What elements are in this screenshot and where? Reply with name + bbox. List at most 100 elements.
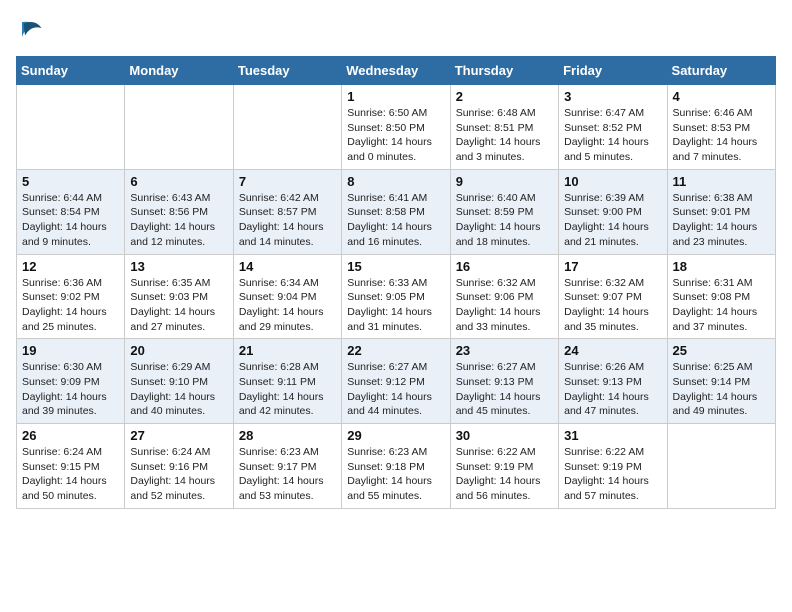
day-number: 15: [347, 259, 444, 274]
calendar-cell: 17 Sunrise: 6:32 AMSunset: 9:07 PMDayligh…: [559, 254, 667, 339]
calendar-cell: 3 Sunrise: 6:47 AMSunset: 8:52 PMDaylight…: [559, 85, 667, 170]
day-info: Sunrise: 6:34 AMSunset: 9:04 PMDaylight:…: [239, 276, 336, 335]
calendar-cell: 14 Sunrise: 6:34 AMSunset: 9:04 PMDayligh…: [233, 254, 341, 339]
day-number: 11: [673, 174, 770, 189]
day-info: Sunrise: 6:29 AMSunset: 9:10 PMDaylight:…: [130, 360, 227, 419]
day-info: Sunrise: 6:40 AMSunset: 8:59 PMDaylight:…: [456, 191, 553, 250]
day-info: Sunrise: 6:30 AMSunset: 9:09 PMDaylight:…: [22, 360, 119, 419]
calendar-cell: 16 Sunrise: 6:32 AMSunset: 9:06 PMDayligh…: [450, 254, 558, 339]
day-number: 12: [22, 259, 119, 274]
day-number: 7: [239, 174, 336, 189]
day-number: 27: [130, 428, 227, 443]
calendar-cell: 28 Sunrise: 6:23 AMSunset: 9:17 PMDayligh…: [233, 424, 341, 509]
day-info: Sunrise: 6:24 AMSunset: 9:15 PMDaylight:…: [22, 445, 119, 504]
day-info: Sunrise: 6:48 AMSunset: 8:51 PMDaylight:…: [456, 106, 553, 165]
day-info: Sunrise: 6:24 AMSunset: 9:16 PMDaylight:…: [130, 445, 227, 504]
day-info: Sunrise: 6:44 AMSunset: 8:54 PMDaylight:…: [22, 191, 119, 250]
day-info: Sunrise: 6:36 AMSunset: 9:02 PMDaylight:…: [22, 276, 119, 335]
calendar-week-row: 1Sunrise: 6:50 AMSunset: 8:50 PMDaylight…: [17, 85, 776, 170]
day-info: Sunrise: 6:43 AMSunset: 8:56 PMDaylight:…: [130, 191, 227, 250]
day-info: Sunrise: 6:26 AMSunset: 9:13 PMDaylight:…: [564, 360, 661, 419]
day-number: 22: [347, 343, 444, 358]
day-info: Sunrise: 6:25 AMSunset: 9:14 PMDaylight:…: [673, 360, 770, 419]
calendar-cell: [233, 85, 341, 170]
calendar-week-row: 12 Sunrise: 6:36 AMSunset: 9:02 PMDayligh…: [17, 254, 776, 339]
day-number: 24: [564, 343, 661, 358]
calendar-cell: 6 Sunrise: 6:43 AMSunset: 8:56 PMDaylight…: [125, 169, 233, 254]
calendar-cell: 22 Sunrise: 6:27 AMSunset: 9:12 PMDayligh…: [342, 339, 450, 424]
day-number: 28: [239, 428, 336, 443]
page-header: [16, 16, 776, 46]
day-info: Sunrise: 6:35 AMSunset: 9:03 PMDaylight:…: [130, 276, 227, 335]
weekday-header: Thursday: [450, 57, 558, 85]
calendar-cell: 13 Sunrise: 6:35 AMSunset: 9:03 PMDayligh…: [125, 254, 233, 339]
day-number: 4: [673, 89, 770, 104]
day-number: 25: [673, 343, 770, 358]
calendar-cell: 23 Sunrise: 6:27 AMSunset: 9:13 PMDayligh…: [450, 339, 558, 424]
day-number: 18: [673, 259, 770, 274]
weekday-header: Sunday: [17, 57, 125, 85]
day-info: Sunrise: 6:28 AMSunset: 9:11 PMDaylight:…: [239, 360, 336, 419]
day-info: Sunrise: 6:31 AMSunset: 9:08 PMDaylight:…: [673, 276, 770, 335]
day-number: 8: [347, 174, 444, 189]
day-info: Sunrise: 6:47 AMSunset: 8:52 PMDaylight:…: [564, 106, 661, 165]
day-info: Sunrise: 6:41 AMSunset: 8:58 PMDaylight:…: [347, 191, 444, 250]
calendar-cell: 15 Sunrise: 6:33 AMSunset: 9:05 PMDayligh…: [342, 254, 450, 339]
day-number: 17: [564, 259, 661, 274]
day-info: Sunrise: 6:32 AMSunset: 9:07 PMDaylight:…: [564, 276, 661, 335]
day-info: Sunrise: 6:42 AMSunset: 8:57 PMDaylight:…: [239, 191, 336, 250]
day-number: 23: [456, 343, 553, 358]
day-info: Sunrise: 6:32 AMSunset: 9:06 PMDaylight:…: [456, 276, 553, 335]
day-number: 21: [239, 343, 336, 358]
calendar-cell: 12 Sunrise: 6:36 AMSunset: 9:02 PMDayligh…: [17, 254, 125, 339]
calendar-week-row: 5 Sunrise: 6:44 AMSunset: 8:54 PMDaylight…: [17, 169, 776, 254]
calendar-cell: 19 Sunrise: 6:30 AMSunset: 9:09 PMDayligh…: [17, 339, 125, 424]
day-number: 3: [564, 89, 661, 104]
day-number: 16: [456, 259, 553, 274]
weekday-header: Saturday: [667, 57, 775, 85]
calendar-cell: 4Sunrise: 6:46 AMSunset: 8:53 PMDaylight…: [667, 85, 775, 170]
calendar-cell: 27 Sunrise: 6:24 AMSunset: 9:16 PMDayligh…: [125, 424, 233, 509]
day-number: 30: [456, 428, 553, 443]
day-info: Sunrise: 6:39 AMSunset: 9:00 PMDaylight:…: [564, 191, 661, 250]
day-number: 10: [564, 174, 661, 189]
weekday-header: Tuesday: [233, 57, 341, 85]
day-number: 6: [130, 174, 227, 189]
day-number: 9: [456, 174, 553, 189]
calendar-cell: 7 Sunrise: 6:42 AMSunset: 8:57 PMDaylight…: [233, 169, 341, 254]
calendar-cell: 20Sunrise: 6:29 AMSunset: 9:10 PMDayligh…: [125, 339, 233, 424]
calendar-cell: 26Sunrise: 6:24 AMSunset: 9:15 PMDayligh…: [17, 424, 125, 509]
day-info: Sunrise: 6:23 AMSunset: 9:17 PMDaylight:…: [239, 445, 336, 504]
calendar-header: SundayMondayTuesdayWednesdayThursdayFrid…: [17, 57, 776, 85]
logo: [16, 16, 50, 46]
day-info: Sunrise: 6:50 AMSunset: 8:50 PMDaylight:…: [347, 106, 444, 165]
day-info: Sunrise: 6:22 AMSunset: 9:19 PMDaylight:…: [456, 445, 553, 504]
calendar-cell: 30 Sunrise: 6:22 AMSunset: 9:19 PMDayligh…: [450, 424, 558, 509]
day-number: 14: [239, 259, 336, 274]
weekday-header: Wednesday: [342, 57, 450, 85]
day-number: 29: [347, 428, 444, 443]
calendar-cell: 18 Sunrise: 6:31 AMSunset: 9:08 PMDayligh…: [667, 254, 775, 339]
day-number: 13: [130, 259, 227, 274]
calendar-cell: 8 Sunrise: 6:41 AMSunset: 8:58 PMDaylight…: [342, 169, 450, 254]
calendar-table: SundayMondayTuesdayWednesdayThursdayFrid…: [16, 56, 776, 509]
weekday-header: Monday: [125, 57, 233, 85]
day-info: Sunrise: 6:38 AMSunset: 9:01 PMDaylight:…: [673, 191, 770, 250]
day-info: Sunrise: 6:33 AMSunset: 9:05 PMDaylight:…: [347, 276, 444, 335]
calendar-cell: 10 Sunrise: 6:39 AMSunset: 9:00 PMDayligh…: [559, 169, 667, 254]
day-number: 19: [22, 343, 119, 358]
day-info: Sunrise: 6:27 AMSunset: 9:13 PMDaylight:…: [456, 360, 553, 419]
day-number: 2: [456, 89, 553, 104]
calendar-cell: 25 Sunrise: 6:25 AMSunset: 9:14 PMDayligh…: [667, 339, 775, 424]
calendar-cell: [125, 85, 233, 170]
calendar-cell: [17, 85, 125, 170]
day-info: Sunrise: 6:22 AMSunset: 9:19 PMDaylight:…: [564, 445, 661, 504]
calendar-cell: 29 Sunrise: 6:23 AMSunset: 9:18 PMDayligh…: [342, 424, 450, 509]
day-number: 5: [22, 174, 119, 189]
day-info: Sunrise: 6:23 AMSunset: 9:18 PMDaylight:…: [347, 445, 444, 504]
calendar-cell: 1Sunrise: 6:50 AMSunset: 8:50 PMDaylight…: [342, 85, 450, 170]
calendar-cell: 5 Sunrise: 6:44 AMSunset: 8:54 PMDaylight…: [17, 169, 125, 254]
calendar-cell: 11 Sunrise: 6:38 AMSunset: 9:01 PMDayligh…: [667, 169, 775, 254]
day-info: Sunrise: 6:27 AMSunset: 9:12 PMDaylight:…: [347, 360, 444, 419]
calendar-cell: [667, 424, 775, 509]
